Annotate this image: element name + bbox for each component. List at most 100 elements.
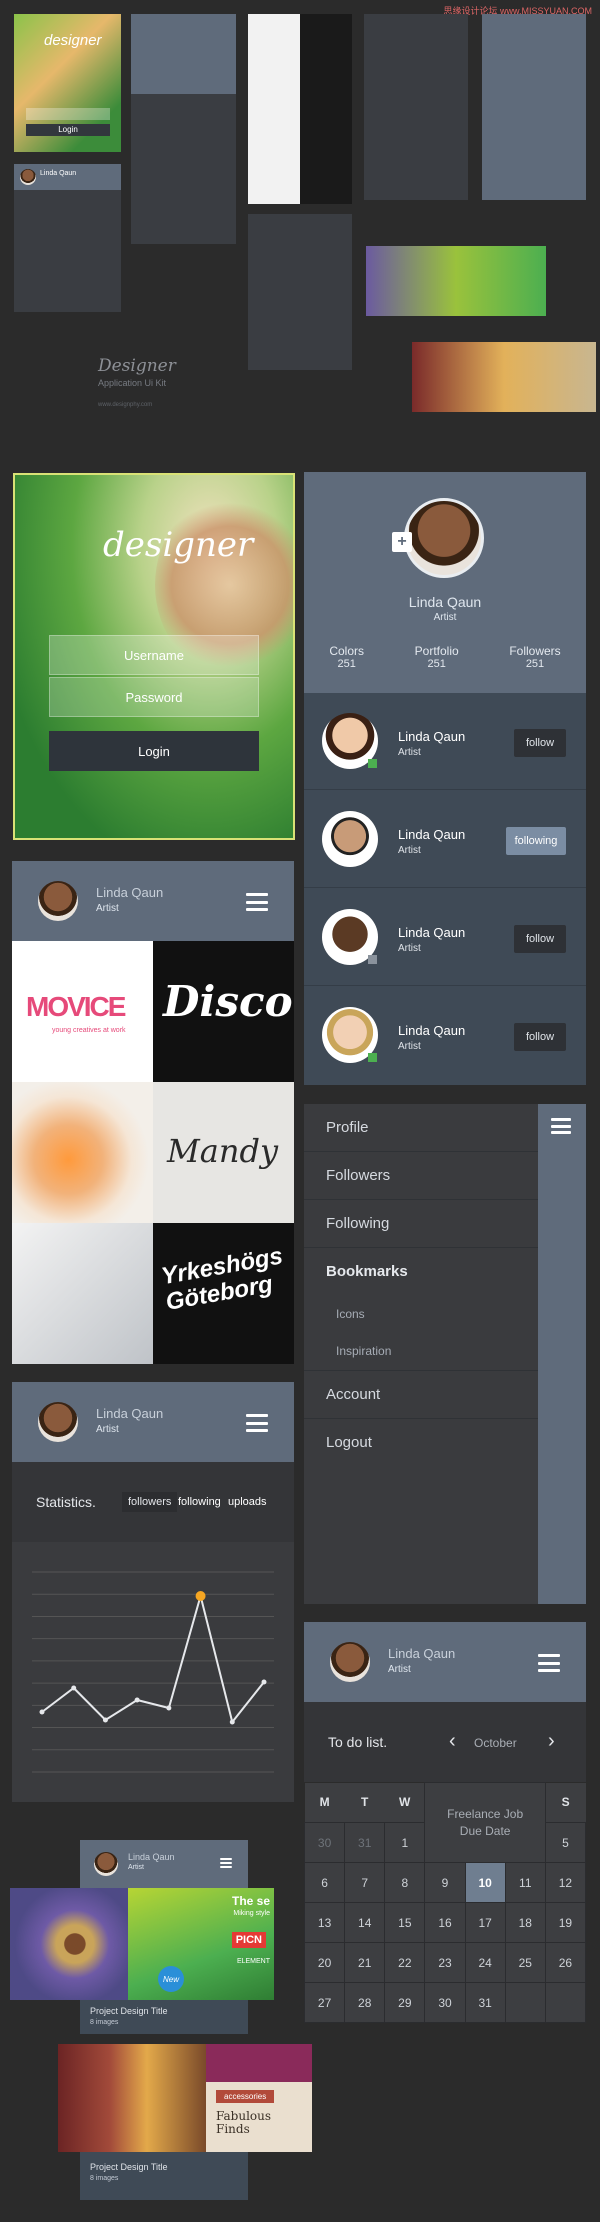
calendar-day[interactable]: 11 [504,1862,546,1903]
menu-subitem-icons[interactable]: Icons [304,1296,538,1333]
brand-name: Designer [98,356,176,376]
gallery-tile[interactable]: Yrkeshögs Göteborg [153,1223,294,1364]
calendar-day[interactable]: 17 [464,1902,506,1943]
chart-point[interactable] [71,1685,77,1691]
avatar[interactable] [38,1402,78,1442]
calendar-day[interactable]: 12 [544,1862,587,1903]
calendar-day[interactable]: 31 [344,1822,386,1863]
follow-button[interactable]: follow [514,1023,566,1051]
password-field[interactable]: Password [49,677,259,717]
calendar-day[interactable]: 9 [424,1862,466,1903]
gallery-tile[interactable]: MOVICE young creatives at work [12,941,153,1082]
follow-button[interactable]: follow [514,925,566,953]
menu-item-following[interactable]: Following [304,1200,538,1248]
thumb-login: designer Login [14,14,121,152]
project-image-4[interactable]: accessories Fabulous Finds [206,2044,312,2152]
calendar-day[interactable]: 23 [424,1942,466,1983]
username-field[interactable]: Username [49,635,259,675]
list-item[interactable]: Linda Qaun Artist follow [304,889,586,986]
calendar-day[interactable]: 16 [424,1902,466,1943]
event-cell[interactable]: Freelance Job Due Date [424,1782,546,1863]
people-list: Linda Qaun Artist follow Linda Qaun Arti… [304,693,586,1085]
gallery-tile[interactable] [12,1223,153,1364]
calendar-day[interactable]: 19 [544,1902,587,1943]
chart-point[interactable] [229,1719,235,1725]
next-month-icon[interactable]: › [548,1730,555,1753]
menu-icon[interactable] [551,1118,571,1134]
profile-avatar[interactable] [404,498,484,578]
calendar-day[interactable]: 29 [384,1982,426,2023]
gallery-tile[interactable] [12,1082,153,1223]
tab-followers[interactable]: followers [122,1492,178,1512]
avatar[interactable] [38,881,78,921]
thumb-calendar [482,14,586,200]
follow-button[interactable]: follow [514,729,566,757]
menu-item-bookmarks[interactable]: Bookmarks [304,1248,538,1296]
calendar-day[interactable]: 26 [544,1942,587,1983]
tile-badge: accessories [216,2090,275,2103]
avatar[interactable] [94,1852,118,1876]
header-name: Linda Qaun [388,1646,456,1661]
calendar-title: To do list. [328,1734,388,1750]
calendar-day[interactable]: 6 [303,1862,346,1903]
chart-peak-point[interactable] [195,1591,206,1601]
calendar-day[interactable]: 13 [303,1902,346,1943]
menu-subitem-inspiration[interactable]: Inspiration [304,1333,538,1371]
calendar-day[interactable]: 5 [544,1822,587,1863]
project-image-2[interactable]: The se Miking style PICN ELEMENT New [128,1888,274,2000]
gallery-tile[interactable]: Mandy [153,1082,294,1223]
menu-icon[interactable] [246,1414,268,1432]
following-button[interactable]: following [506,827,566,855]
list-item[interactable]: Linda Qaun Artist following [304,791,586,888]
calendar-day[interactable]: 1 [384,1822,426,1863]
calendar-day[interactable]: 8 [384,1862,426,1903]
chart-point[interactable] [102,1717,108,1723]
calendar-day[interactable]: 18 [504,1902,546,1943]
calendar-day[interactable]: 21 [344,1942,386,1983]
calendar-day[interactable]: 31 [464,1982,506,2023]
chart-point[interactable] [261,1679,267,1685]
gallery-tile[interactable]: Disco [153,941,294,1082]
chart-point[interactable] [134,1697,140,1703]
calendar-day[interactable]: 25 [504,1942,546,1983]
login-button[interactable]: Login [49,731,259,771]
thumb-login-button[interactable]: Login [26,124,110,136]
tab-following[interactable]: following [178,1496,221,1508]
calendar-day[interactable]: 7 [344,1862,386,1903]
calendar-day[interactable]: 27 [303,1982,346,2023]
chart-point[interactable] [39,1709,45,1715]
calendar-day[interactable]: 30 [424,1982,466,2023]
menu-icon[interactable] [220,1858,232,1868]
calendar-day[interactable]: 30 [303,1822,346,1863]
avatar[interactable] [330,1642,370,1682]
brand-block: Designer Application Ui Kit www.designph… [98,356,218,408]
header-role: Artist [128,1864,144,1871]
menu-item-profile[interactable]: Profile [304,1104,538,1152]
prev-month-icon[interactable]: ‹ [449,1730,456,1753]
menu-item-account[interactable]: Account [304,1371,538,1419]
chart-point[interactable] [166,1705,172,1711]
list-item[interactable]: Linda Qaun Artist follow [304,693,586,790]
tile-text: Yrkeshögs Göteborg [159,1242,285,1317]
header-role: Artist [388,1664,411,1675]
line-chart [32,1571,274,1773]
calendar-day[interactable]: 14 [344,1902,386,1943]
tab-uploads[interactable]: uploads [228,1496,267,1508]
calendar-day[interactable]: 22 [384,1942,426,1983]
menu-icon[interactable] [246,893,268,911]
menu-item-followers[interactable]: Followers [304,1152,538,1200]
add-photo-icon[interactable]: + [392,532,412,552]
menu-item-logout[interactable]: Logout [304,1419,538,1467]
calendar-day[interactable]: 15 [384,1902,426,1943]
list-item[interactable]: Linda Qaun Artist follow [304,987,586,1084]
stat-portfolio: Portfolio 251 [415,644,459,670]
online-indicator [368,1053,377,1062]
calendar-day[interactable]: 20 [303,1942,346,1983]
project-image-1[interactable] [10,1888,128,2000]
calendar-day[interactable]: 24 [464,1942,506,1983]
project-image-3[interactable] [58,2044,206,2152]
menu-icon[interactable] [538,1654,560,1672]
thumb-todo-header: Linda Qaun [14,164,121,190]
calendar-day[interactable]: 28 [344,1982,386,2023]
calendar-day-selected[interactable]: 10 [464,1862,506,1903]
